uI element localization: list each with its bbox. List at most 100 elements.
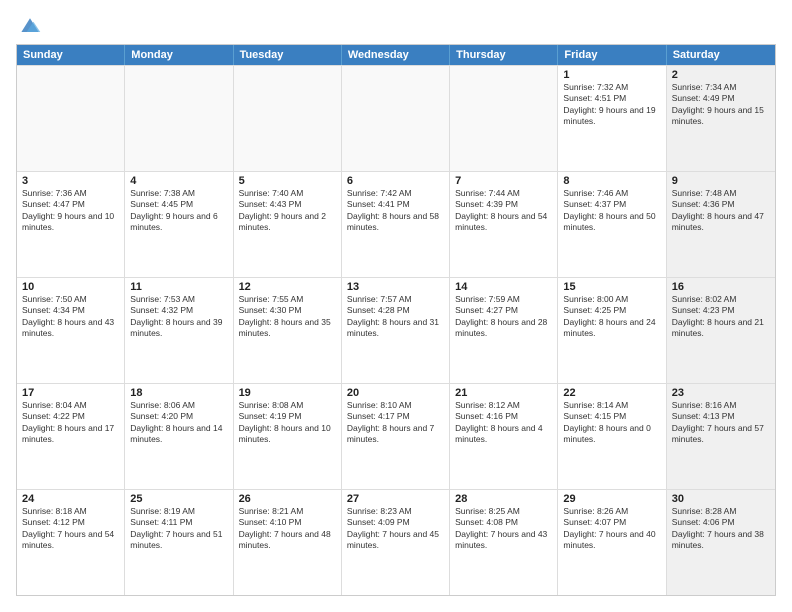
day-cell-26: 26Sunrise: 8:21 AM Sunset: 4:10 PM Dayli… xyxy=(234,490,342,595)
header-tuesday: Tuesday xyxy=(234,45,342,65)
day-cell-16: 16Sunrise: 8:02 AM Sunset: 4:23 PM Dayli… xyxy=(667,278,775,383)
day-number: 9 xyxy=(672,175,770,187)
day-info: Sunrise: 8:04 AM Sunset: 4:22 PM Dayligh… xyxy=(22,400,119,446)
day-info: Sunrise: 8:18 AM Sunset: 4:12 PM Dayligh… xyxy=(22,506,119,552)
day-number: 24 xyxy=(22,493,119,505)
day-info: Sunrise: 7:59 AM Sunset: 4:27 PM Dayligh… xyxy=(455,294,552,340)
day-info: Sunrise: 8:21 AM Sunset: 4:10 PM Dayligh… xyxy=(239,506,336,552)
empty-cell xyxy=(234,66,342,171)
day-info: Sunrise: 8:28 AM Sunset: 4:06 PM Dayligh… xyxy=(672,506,770,552)
day-info: Sunrise: 7:36 AM Sunset: 4:47 PM Dayligh… xyxy=(22,188,119,234)
day-info: Sunrise: 7:46 AM Sunset: 4:37 PM Dayligh… xyxy=(563,188,660,234)
header-friday: Friday xyxy=(558,45,666,65)
calendar-row-3: 17Sunrise: 8:04 AM Sunset: 4:22 PM Dayli… xyxy=(17,383,775,489)
day-info: Sunrise: 7:55 AM Sunset: 4:30 PM Dayligh… xyxy=(239,294,336,340)
day-info: Sunrise: 7:34 AM Sunset: 4:49 PM Dayligh… xyxy=(672,82,770,128)
day-number: 22 xyxy=(563,387,660,399)
day-number: 7 xyxy=(455,175,552,187)
empty-cell xyxy=(342,66,450,171)
day-cell-8: 8Sunrise: 7:46 AM Sunset: 4:37 PM Daylig… xyxy=(558,172,666,277)
logo xyxy=(16,16,42,36)
day-info: Sunrise: 8:23 AM Sunset: 4:09 PM Dayligh… xyxy=(347,506,444,552)
day-info: Sunrise: 7:38 AM Sunset: 4:45 PM Dayligh… xyxy=(130,188,227,234)
day-number: 5 xyxy=(239,175,336,187)
day-number: 2 xyxy=(672,69,770,81)
day-cell-2: 2Sunrise: 7:34 AM Sunset: 4:49 PM Daylig… xyxy=(667,66,775,171)
calendar-row-4: 24Sunrise: 8:18 AM Sunset: 4:12 PM Dayli… xyxy=(17,489,775,595)
day-info: Sunrise: 7:40 AM Sunset: 4:43 PM Dayligh… xyxy=(239,188,336,234)
day-number: 29 xyxy=(563,493,660,505)
day-number: 30 xyxy=(672,493,770,505)
day-number: 1 xyxy=(563,69,660,81)
day-number: 19 xyxy=(239,387,336,399)
day-number: 16 xyxy=(672,281,770,293)
day-cell-28: 28Sunrise: 8:25 AM Sunset: 4:08 PM Dayli… xyxy=(450,490,558,595)
day-info: Sunrise: 8:10 AM Sunset: 4:17 PM Dayligh… xyxy=(347,400,444,446)
day-cell-10: 10Sunrise: 7:50 AM Sunset: 4:34 PM Dayli… xyxy=(17,278,125,383)
day-cell-27: 27Sunrise: 8:23 AM Sunset: 4:09 PM Dayli… xyxy=(342,490,450,595)
day-number: 18 xyxy=(130,387,227,399)
day-number: 3 xyxy=(22,175,119,187)
day-number: 17 xyxy=(22,387,119,399)
day-cell-13: 13Sunrise: 7:57 AM Sunset: 4:28 PM Dayli… xyxy=(342,278,450,383)
header xyxy=(16,16,776,36)
calendar-header: SundayMondayTuesdayWednesdayThursdayFrid… xyxy=(17,45,775,65)
header-saturday: Saturday xyxy=(667,45,775,65)
day-cell-29: 29Sunrise: 8:26 AM Sunset: 4:07 PM Dayli… xyxy=(558,490,666,595)
day-cell-5: 5Sunrise: 7:40 AM Sunset: 4:43 PM Daylig… xyxy=(234,172,342,277)
day-cell-6: 6Sunrise: 7:42 AM Sunset: 4:41 PM Daylig… xyxy=(342,172,450,277)
day-number: 21 xyxy=(455,387,552,399)
day-number: 25 xyxy=(130,493,227,505)
day-info: Sunrise: 7:44 AM Sunset: 4:39 PM Dayligh… xyxy=(455,188,552,234)
day-number: 26 xyxy=(239,493,336,505)
day-cell-25: 25Sunrise: 8:19 AM Sunset: 4:11 PM Dayli… xyxy=(125,490,233,595)
day-info: Sunrise: 8:06 AM Sunset: 4:20 PM Dayligh… xyxy=(130,400,227,446)
day-cell-20: 20Sunrise: 8:10 AM Sunset: 4:17 PM Dayli… xyxy=(342,384,450,489)
day-cell-22: 22Sunrise: 8:14 AM Sunset: 4:15 PM Dayli… xyxy=(558,384,666,489)
day-cell-17: 17Sunrise: 8:04 AM Sunset: 4:22 PM Dayli… xyxy=(17,384,125,489)
day-cell-11: 11Sunrise: 7:53 AM Sunset: 4:32 PM Dayli… xyxy=(125,278,233,383)
empty-cell xyxy=(17,66,125,171)
day-number: 12 xyxy=(239,281,336,293)
day-number: 20 xyxy=(347,387,444,399)
header-sunday: Sunday xyxy=(17,45,125,65)
day-cell-9: 9Sunrise: 7:48 AM Sunset: 4:36 PM Daylig… xyxy=(667,172,775,277)
day-info: Sunrise: 7:48 AM Sunset: 4:36 PM Dayligh… xyxy=(672,188,770,234)
day-number: 8 xyxy=(563,175,660,187)
day-info: Sunrise: 7:42 AM Sunset: 4:41 PM Dayligh… xyxy=(347,188,444,234)
header-thursday: Thursday xyxy=(450,45,558,65)
calendar-row-0: 1Sunrise: 7:32 AM Sunset: 4:51 PM Daylig… xyxy=(17,65,775,171)
day-number: 6 xyxy=(347,175,444,187)
calendar-body: 1Sunrise: 7:32 AM Sunset: 4:51 PM Daylig… xyxy=(17,65,775,595)
day-cell-30: 30Sunrise: 8:28 AM Sunset: 4:06 PM Dayli… xyxy=(667,490,775,595)
day-info: Sunrise: 8:25 AM Sunset: 4:08 PM Dayligh… xyxy=(455,506,552,552)
day-info: Sunrise: 8:02 AM Sunset: 4:23 PM Dayligh… xyxy=(672,294,770,340)
day-info: Sunrise: 8:00 AM Sunset: 4:25 PM Dayligh… xyxy=(563,294,660,340)
day-cell-12: 12Sunrise: 7:55 AM Sunset: 4:30 PM Dayli… xyxy=(234,278,342,383)
day-info: Sunrise: 8:16 AM Sunset: 4:13 PM Dayligh… xyxy=(672,400,770,446)
day-number: 11 xyxy=(130,281,227,293)
day-number: 23 xyxy=(672,387,770,399)
day-info: Sunrise: 8:08 AM Sunset: 4:19 PM Dayligh… xyxy=(239,400,336,446)
day-info: Sunrise: 7:53 AM Sunset: 4:32 PM Dayligh… xyxy=(130,294,227,340)
day-number: 15 xyxy=(563,281,660,293)
header-wednesday: Wednesday xyxy=(342,45,450,65)
header-monday: Monday xyxy=(125,45,233,65)
day-cell-18: 18Sunrise: 8:06 AM Sunset: 4:20 PM Dayli… xyxy=(125,384,233,489)
day-info: Sunrise: 7:57 AM Sunset: 4:28 PM Dayligh… xyxy=(347,294,444,340)
logo-text xyxy=(16,16,42,36)
day-number: 4 xyxy=(130,175,227,187)
day-cell-21: 21Sunrise: 8:12 AM Sunset: 4:16 PM Dayli… xyxy=(450,384,558,489)
day-number: 27 xyxy=(347,493,444,505)
day-info: Sunrise: 7:50 AM Sunset: 4:34 PM Dayligh… xyxy=(22,294,119,340)
day-info: Sunrise: 7:32 AM Sunset: 4:51 PM Dayligh… xyxy=(563,82,660,128)
calendar-row-1: 3Sunrise: 7:36 AM Sunset: 4:47 PM Daylig… xyxy=(17,171,775,277)
day-info: Sunrise: 8:12 AM Sunset: 4:16 PM Dayligh… xyxy=(455,400,552,446)
day-number: 28 xyxy=(455,493,552,505)
logo-icon xyxy=(18,16,42,36)
day-cell-1: 1Sunrise: 7:32 AM Sunset: 4:51 PM Daylig… xyxy=(558,66,666,171)
day-cell-4: 4Sunrise: 7:38 AM Sunset: 4:45 PM Daylig… xyxy=(125,172,233,277)
day-cell-24: 24Sunrise: 8:18 AM Sunset: 4:12 PM Dayli… xyxy=(17,490,125,595)
day-cell-7: 7Sunrise: 7:44 AM Sunset: 4:39 PM Daylig… xyxy=(450,172,558,277)
day-cell-19: 19Sunrise: 8:08 AM Sunset: 4:19 PM Dayli… xyxy=(234,384,342,489)
